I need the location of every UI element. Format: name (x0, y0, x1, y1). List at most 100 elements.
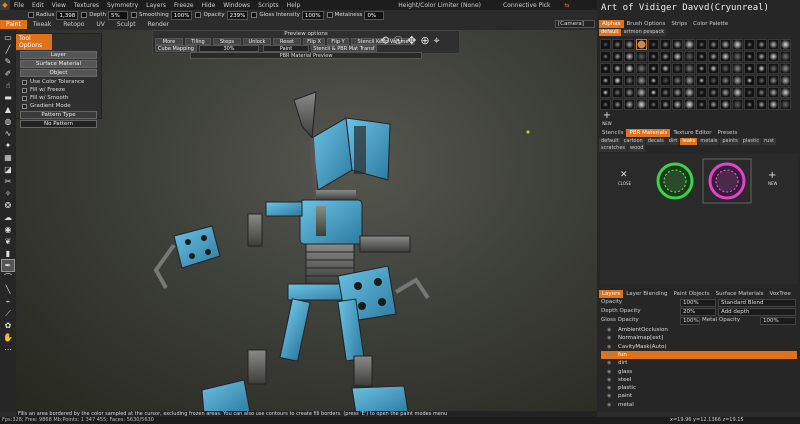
tool-option-fill-w-freeze[interactable]: Fill w/ Freeze (16, 86, 101, 94)
spline-icon[interactable]: ⌁ (2, 296, 14, 307)
alpha-thumbnail[interactable] (660, 63, 671, 74)
pattern-type-select[interactable]: No Pattern (20, 120, 97, 128)
room-tab-sculpt[interactable]: Sculpt (111, 20, 142, 29)
camera-select[interactable]: [Camera] (555, 20, 595, 28)
select-icon[interactable]: ▭ (2, 32, 14, 43)
alpha-thumbnail[interactable] (756, 51, 767, 62)
alpha-thumbnail[interactable] (696, 87, 707, 98)
alpha-thumbnail[interactable] (684, 99, 695, 110)
menu-hide[interactable]: Hide (198, 2, 220, 9)
alpha-thumbnail[interactable] (720, 87, 731, 98)
alpha-thumbnail[interactable] (636, 51, 647, 62)
butterfly-icon[interactable]: ✿ (2, 320, 14, 331)
layer-row[interactable]: ◉ Normalmap[ext] (601, 334, 797, 342)
mat-close-icon[interactable]: ✕ (620, 170, 628, 180)
alpha-thumbnail[interactable] (624, 51, 635, 62)
alpha-thumbnail[interactable] (756, 63, 767, 74)
alpha-thumbnail[interactable] (624, 99, 635, 110)
materials-subtab-metals[interactable]: metals (698, 138, 720, 145)
param-gloss-intensity-field[interactable]: 100% (301, 10, 324, 20)
preview-percent-field[interactable]: 30% (199, 45, 259, 52)
alpha-thumbnail[interactable] (648, 39, 659, 50)
text-icon[interactable]: ✂ (2, 176, 14, 187)
alpha-thumbnail[interactable] (648, 51, 659, 62)
layer-visibility-icon[interactable]: ◉ (607, 393, 614, 399)
layer-row[interactable]: ◉ glass (601, 368, 797, 376)
alpha-thumbnail[interactable] (612, 51, 623, 62)
tool-option-gradient-mode-checkbox[interactable] (22, 103, 27, 109)
cube-mapping-button[interactable]: Cube Mapping (155, 45, 197, 52)
rotate-icon[interactable]: ⟲ (380, 34, 389, 48)
alpha-thumbnail[interactable] (696, 51, 707, 62)
pan-icon[interactable]: ✥ (407, 34, 416, 48)
alpha-thumbnail[interactable] (780, 99, 791, 110)
alpha-thumbnail[interactable] (732, 99, 743, 110)
alphas-tab-alphas[interactable]: Alphas (599, 20, 624, 28)
layer-visibility-icon[interactable]: ◉ (607, 352, 614, 358)
materials-tab-presets[interactable]: Presets (715, 129, 741, 137)
layer-row[interactable]: ◉ steel (601, 376, 797, 384)
alphas-tab-brush-options[interactable]: Brush Options (624, 20, 669, 28)
alpha-thumbnail[interactable] (672, 63, 683, 74)
knife-icon[interactable]: ⟋ (2, 308, 14, 319)
pbr-material-preview-bar[interactable]: PBR Material Preview (190, 52, 422, 59)
alpha-thumbnail[interactable] (660, 75, 671, 86)
material-ball-green[interactable] (650, 158, 700, 204)
tool-options-header[interactable]: Tool Options (16, 34, 52, 50)
alpha-thumbnail[interactable] (744, 63, 755, 74)
layer-visibility-icon[interactable]: ◉ (607, 360, 614, 366)
alpha-thumbnail[interactable] (744, 51, 755, 62)
zoom-icon[interactable]: ⊕ (420, 34, 429, 48)
alphas-subtab-default[interactable]: default (599, 29, 621, 36)
alpha-thumbnail[interactable] (612, 39, 623, 50)
param-metalness-field[interactable]: 0% (364, 10, 385, 20)
alpha-thumbnail[interactable] (708, 99, 719, 110)
alpha-thumbnail[interactable] (660, 51, 671, 62)
layer-row[interactable]: ◉ CavityMask(Auto) (601, 343, 797, 351)
alpha-thumbnail[interactable] (600, 87, 611, 98)
alpha-thumbnail[interactable] (708, 75, 719, 86)
viewport[interactable] (16, 30, 597, 412)
alpha-thumbnail[interactable] (756, 75, 767, 86)
preview-btn-unlock[interactable]: Unlock (243, 38, 271, 45)
materials-subtab-default[interactable]: default (599, 138, 621, 145)
alpha-thumbnail[interactable] (768, 39, 779, 50)
preview-btn-flip-y[interactable]: Flip Y (327, 38, 349, 45)
layer-row[interactable]: ◉ dirt (601, 359, 797, 367)
preview-btn-tiling[interactable]: Tiling (185, 38, 211, 45)
alpha-thumbnail[interactable] (624, 75, 635, 86)
param-radius-toggle[interactable] (28, 12, 34, 18)
alpha-thumbnail[interactable] (744, 99, 755, 110)
alpha-thumbnail[interactable] (720, 99, 731, 110)
materials-subtab-plastic[interactable]: plastic (740, 138, 762, 145)
alpha-thumbnail[interactable] (600, 39, 611, 50)
alpha-thumbnail[interactable] (708, 51, 719, 62)
alpha-thumbnail[interactable] (684, 39, 695, 50)
layer-visibility-icon[interactable]: ◉ (607, 402, 614, 408)
param-opacity-field[interactable]: 239% (226, 10, 249, 20)
opacity-field[interactable]: 100% (680, 299, 716, 307)
preview-btn-flip-x[interactable]: Flip X (303, 38, 325, 45)
materials-tab-pbr-materials[interactable]: PBR Materials (626, 129, 671, 137)
menu-view[interactable]: View (48, 2, 70, 9)
alphas-tab-strips[interactable]: Strips (668, 20, 690, 28)
tool-option-fill-w-freeze-checkbox[interactable] (22, 87, 27, 93)
alpha-thumbnail[interactable] (648, 87, 659, 98)
alpha-thumbnail[interactable] (636, 99, 647, 110)
depth-opacity-field[interactable]: 20% (680, 308, 716, 316)
materials-subtab-paints[interactable]: paints (720, 138, 740, 145)
stencil-pbr-transf-button[interactable]: Stencil & PBR Mat Transf (311, 45, 377, 52)
eraser-icon[interactable]: ▬ (2, 92, 14, 103)
layer-row[interactable]: ◉ metal (601, 401, 797, 409)
alpha-thumbnail[interactable] (768, 63, 779, 74)
alpha-thumbnail[interactable] (732, 75, 743, 86)
alpha-thumbnail[interactable] (672, 99, 683, 110)
tool-option-use-color-tolerance[interactable]: Use Color Tolerance (16, 78, 101, 86)
picker-icon[interactable]: ❂ (2, 200, 14, 211)
stamp-icon[interactable]: ▲ (2, 104, 14, 115)
fill-tool-icon[interactable]: ✒ (1, 259, 15, 272)
alpha-thumbnail[interactable] (672, 75, 683, 86)
room-tab-paint[interactable]: Paint (0, 20, 27, 29)
alpha-thumbnail[interactable] (636, 63, 647, 74)
param-opacity-toggle[interactable] (195, 12, 202, 18)
